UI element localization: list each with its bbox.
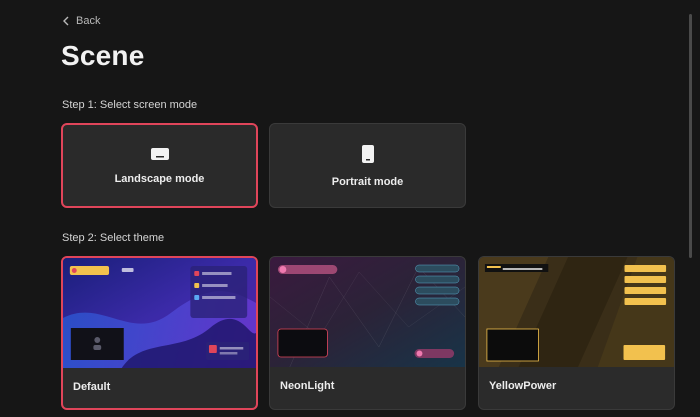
theme-neonlight-preview: [270, 257, 465, 367]
page-scrollbar[interactable]: [689, 14, 692, 258]
chevron-left-icon: [63, 16, 69, 26]
portrait-mode-option[interactable]: Portrait mode: [269, 123, 466, 208]
theme-yellowpower-preview: [479, 257, 674, 367]
back-label: Back: [76, 15, 101, 27]
theme-yellowpower-name: YellowPower: [489, 380, 557, 392]
step1-label: Step 1: Select screen mode: [62, 99, 198, 111]
landscape-mode-option[interactable]: Landscape mode: [61, 123, 258, 208]
page-title: Scene: [61, 40, 145, 71]
theme-neonlight-option[interactable]: NeonLight: [269, 256, 466, 410]
portrait-device-icon: [361, 144, 374, 163]
landscape-mode-label: Landscape mode: [114, 172, 205, 185]
theme-neonlight-name: NeonLight: [280, 380, 335, 392]
theme-yellowpower-option[interactable]: YellowPower: [478, 256, 675, 410]
landscape-device-icon: [150, 147, 169, 160]
portrait-mode-label: Portrait mode: [331, 175, 404, 188]
theme-default-preview: [63, 258, 256, 368]
step2-label: Step 2: Select theme: [62, 232, 165, 244]
theme-default-option[interactable]: Default: [61, 256, 258, 410]
back-button[interactable]: Back: [62, 15, 100, 27]
theme-default-name: Default: [73, 381, 111, 393]
